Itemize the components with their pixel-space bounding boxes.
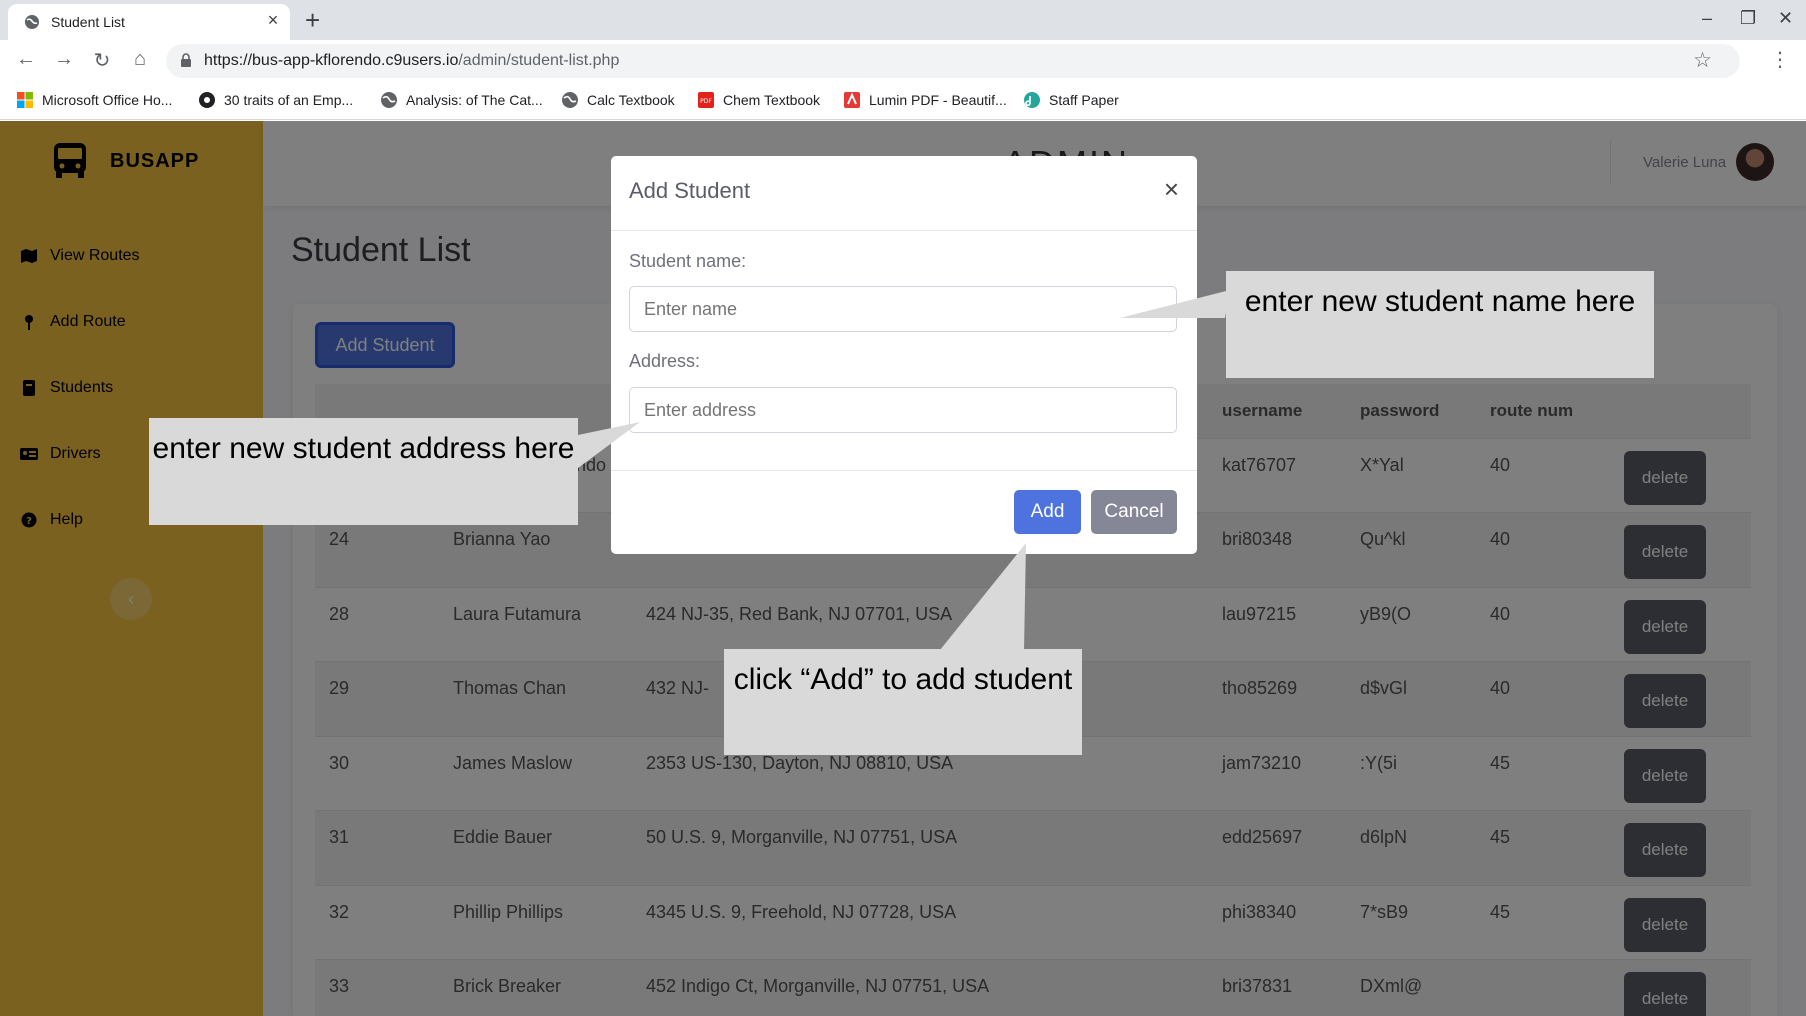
url-path: /admin/student-list.php <box>458 52 620 69</box>
student-name-input[interactable] <box>629 286 1177 332</box>
globe-icon <box>562 92 578 108</box>
bookmark-item[interactable]: Staff Paper <box>1023 91 1119 109</box>
lock-icon <box>181 53 191 67</box>
url-host: https://bus-app-kflorendo.c9users.io <box>204 52 459 69</box>
tab-title: Student List <box>51 14 125 30</box>
minimize-icon[interactable]: – <box>1702 8 1712 29</box>
add-button[interactable]: Add <box>1014 490 1081 534</box>
browser-toolbar: ← → ↻ ⌂ https://bus-app-kflorendo.c9user… <box>0 40 1806 82</box>
microsoft-icon <box>17 92 33 108</box>
browser-tab-strip: Student List × + – ❐ ✕ <box>0 0 1806 40</box>
globe-icon <box>25 15 39 29</box>
forward-icon[interactable]: → <box>51 48 77 71</box>
bookmark-item[interactable]: 30 traits of an Emp... <box>198 91 353 109</box>
cancel-button[interactable]: Cancel <box>1091 490 1177 534</box>
modal-footer-divider <box>611 470 1197 471</box>
bookmark-label: 30 traits of an Emp... <box>224 92 354 108</box>
bookmark-label: Staff Paper <box>1049 92 1119 108</box>
address-bar[interactable]: https://bus-app-kflorendo.c9users.io/adm… <box>166 44 1740 78</box>
modal-header: Add Student × <box>611 156 1197 231</box>
reload-icon[interactable]: ↻ <box>89 48 115 73</box>
bookmark-label: Calc Textbook <box>587 92 675 108</box>
bookmark-item[interactable]: PDF Chem Textbook <box>697 91 820 109</box>
bookmark-label: Microsoft Office Ho... <box>42 92 173 108</box>
bookmark-item[interactable]: Analysis: of The Cat... <box>380 91 543 109</box>
globe-dark-icon <box>199 92 215 108</box>
tab-close-icon[interactable]: × <box>262 10 284 31</box>
staff-icon <box>1024 92 1040 108</box>
student-name-label: Student name: <box>629 251 747 271</box>
window-close-icon[interactable]: ✕ <box>1778 8 1793 29</box>
svg-text:PDF: PDF <box>700 98 712 105</box>
add-callout: click “Add” to add student <box>724 649 1082 755</box>
lumin-icon <box>844 92 860 108</box>
bookmarks-bar: Microsoft Office Ho... 30 traits of an E… <box>0 82 1806 120</box>
bookmark-item[interactable]: Lumin PDF - Beautif... <box>843 91 1007 109</box>
restore-icon[interactable]: ❐ <box>1740 8 1756 29</box>
home-icon[interactable]: ⌂ <box>127 48 153 71</box>
address-callout: enter new student address here <box>149 418 578 525</box>
new-tab-button[interactable]: + <box>305 5 320 36</box>
bookmark-item[interactable]: Calc Textbook <box>561 91 675 109</box>
add-student-modal: Add Student × Student name: Address: Add… <box>611 156 1197 554</box>
url-text: https://bus-app-kflorendo.c9users.io/adm… <box>204 52 619 70</box>
bookmark-label: Analysis: of The Cat... <box>406 92 543 108</box>
close-icon[interactable]: × <box>1164 174 1179 205</box>
bookmark-label: Lumin PDF - Beautif... <box>869 92 1007 108</box>
bookmark-star-icon[interactable]: ☆ <box>1693 48 1712 73</box>
name-callout: enter new student name here <box>1226 271 1654 378</box>
globe-icon <box>381 92 397 108</box>
bookmark-label: Chem Textbook <box>723 92 821 108</box>
bookmark-item[interactable]: Microsoft Office Ho... <box>16 91 172 109</box>
browser-menu-icon[interactable]: ⋮ <box>1770 47 1790 72</box>
back-icon[interactable]: ← <box>13 48 39 71</box>
pdf-icon: PDF <box>698 92 714 108</box>
address-input[interactable] <box>629 387 1177 433</box>
browser-tab[interactable]: Student List × <box>8 4 290 40</box>
address-label: Address: <box>629 351 701 371</box>
modal-title: Add Student <box>629 178 751 203</box>
